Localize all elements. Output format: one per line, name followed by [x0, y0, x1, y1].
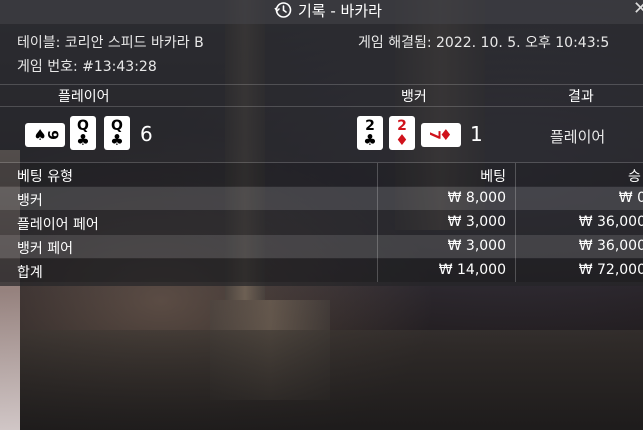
- bet-row: 플레이어 페어 ₩ 3,000 ₩ 36,000: [0, 211, 643, 234]
- total-bet-amount: ₩ 14,000: [438, 262, 506, 278]
- win-amount: ₩ 36,000: [578, 214, 643, 230]
- player-card-2: Q ♣: [70, 116, 96, 150]
- banker-total: 1: [470, 122, 483, 146]
- total-win-amount: ₩ 72,000: [578, 262, 643, 278]
- table-name: 테이블: 코리안 스피드 바카라 B: [17, 35, 204, 51]
- bets-total-row: 합계 ₩ 14,000 ₩ 72,000: [0, 259, 643, 282]
- clock-history-icon: [274, 2, 292, 18]
- background-table: [20, 330, 643, 430]
- bet-amount-header: 베팅: [480, 169, 506, 185]
- bet-amount: ₩ 8,000: [447, 190, 506, 206]
- banker-card-3: 7 ♦: [421, 123, 461, 147]
- game-number: 게임 번호: #13:43:28: [17, 59, 157, 75]
- bet-amount: ₩ 3,000: [447, 214, 506, 230]
- column-divider: [515, 163, 516, 282]
- panel-title-text: 기록 - 바카라: [298, 1, 382, 20]
- bet-type: 뱅커: [17, 193, 43, 209]
- column-divider: [377, 163, 378, 282]
- bet-amount: ₩ 3,000: [447, 238, 506, 254]
- resolved-time: 게임 해결됨: 2022. 10. 5. 오후 10:43:5: [358, 35, 610, 51]
- win-amount: ₩ 0: [618, 190, 643, 206]
- bet-type: 플레이어 페어: [17, 217, 99, 233]
- result-header: 결과: [568, 89, 594, 105]
- total-label: 합계: [17, 265, 43, 281]
- player-header: 플레이어: [58, 89, 110, 105]
- result-value: 플레이어: [550, 128, 606, 146]
- bet-type: 뱅커 페어: [17, 241, 73, 257]
- banker-card-2: 2 ♦: [389, 116, 415, 150]
- history-panel: 기록 - 바카라 ✕ 테이블: 코리안 스피드 바카라 B 게임 해결됨: 20…: [0, 0, 643, 286]
- banker-card-1: 2 ♣: [357, 116, 383, 150]
- banker-header: 뱅커: [401, 89, 427, 105]
- panel-title: 기록 - 바카라: [274, 0, 382, 20]
- divider: [0, 106, 643, 107]
- win-header: 승: [628, 169, 641, 185]
- bet-row: 뱅커 ₩ 8,000 ₩ 0: [0, 187, 643, 210]
- bet-row: 뱅커 페어 ₩ 3,000 ₩ 36,000: [0, 235, 643, 258]
- bets-header-row: 베팅 유형 베팅 승: [0, 163, 643, 186]
- player-card-3: Q ♣: [104, 116, 130, 150]
- player-total: 6: [140, 122, 153, 146]
- divider: [0, 84, 643, 85]
- bet-type-header: 베팅 유형: [17, 169, 73, 185]
- close-icon[interactable]: ✕: [633, 0, 643, 19]
- player-card-1: ♠ 9: [25, 123, 65, 147]
- win-amount: ₩ 36,000: [578, 238, 643, 254]
